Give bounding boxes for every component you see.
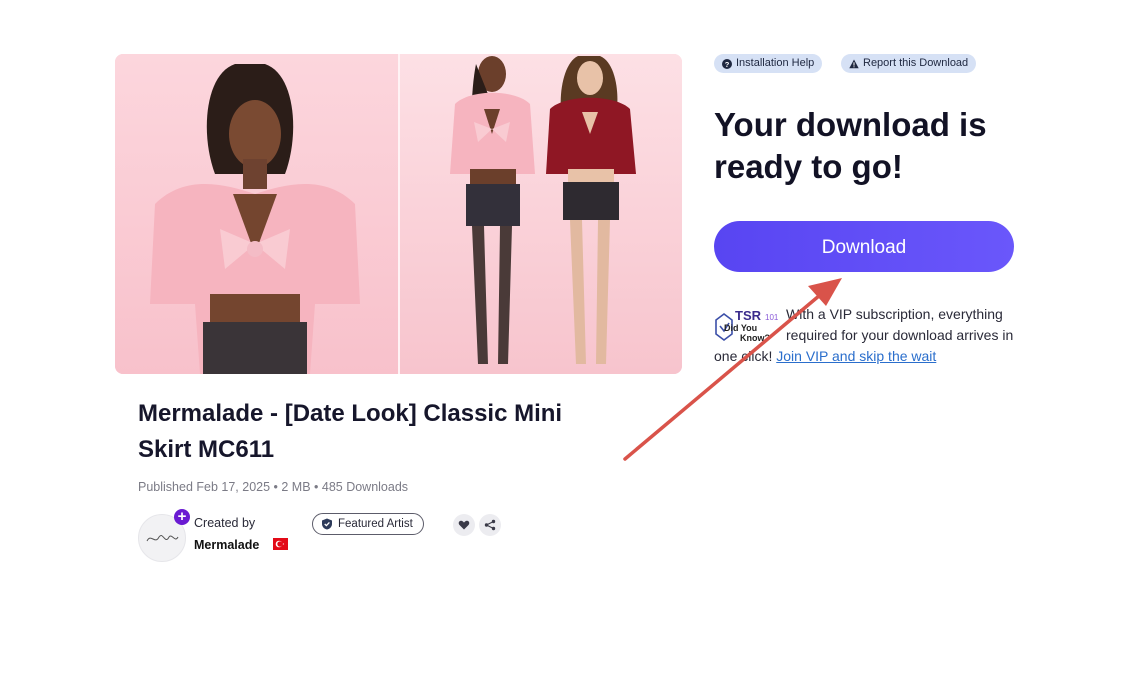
favorite-button[interactable] <box>453 514 475 536</box>
heart-icon <box>458 520 470 530</box>
share-button[interactable] <box>479 514 501 536</box>
featured-artist-label: Featured Artist <box>338 518 413 530</box>
share-icon <box>484 519 496 531</box>
tsr-did-you-know-logo: TSR 101 Did You Know? <box>714 304 784 344</box>
report-download-button[interactable]: Report this Download <box>841 54 977 73</box>
download-ready-headline: Your download is ready to go! <box>714 106 987 185</box>
created-by-label: Created by <box>194 516 256 530</box>
warning-icon <box>849 59 859 68</box>
vip-promo: TSR 101 Did You Know? With a VIP subscri… <box>714 304 1014 367</box>
preview-closeup-panel <box>115 54 398 374</box>
svg-text:101: 101 <box>765 313 779 322</box>
download-button[interactable]: Download <box>714 221 1014 272</box>
product-meta: Published Feb 17, 2025 • 2 MB • 485 Down… <box>138 480 409 494</box>
report-download-label: Report this Download <box>863 57 969 69</box>
fullbody-figures-illustration <box>450 56 636 364</box>
svg-text:TSR: TSR <box>735 308 762 323</box>
svg-text:?: ? <box>725 60 730 69</box>
product-preview-image <box>115 54 682 374</box>
product-title: Mermalade - [Date Look] Classic Mini Ski… <box>138 400 563 463</box>
svg-text:Did You: Did You <box>724 323 757 333</box>
svg-text:Know?: Know? <box>740 333 770 343</box>
creator-name-link[interactable]: Mermalade <box>194 538 259 552</box>
installation-help-button[interactable]: ? Installation Help <box>714 54 823 73</box>
join-vip-link[interactable]: Join VIP and skip the wait <box>776 348 936 364</box>
question-circle-icon: ? <box>722 58 732 69</box>
creator-row: + Created by Mermalade Featured Artist <box>138 508 518 562</box>
plus-badge: + <box>174 509 190 525</box>
preview-fullbody-panel <box>400 54 682 374</box>
installation-help-label: Installation Help <box>736 57 815 69</box>
shield-check-icon <box>322 518 332 530</box>
featured-artist-badge: Featured Artist <box>312 513 424 535</box>
turkey-flag-icon <box>273 538 288 550</box>
closeup-figure-illustration <box>150 64 360 374</box>
tsr-logo-icon: TSR 101 Did You Know? <box>715 308 779 343</box>
